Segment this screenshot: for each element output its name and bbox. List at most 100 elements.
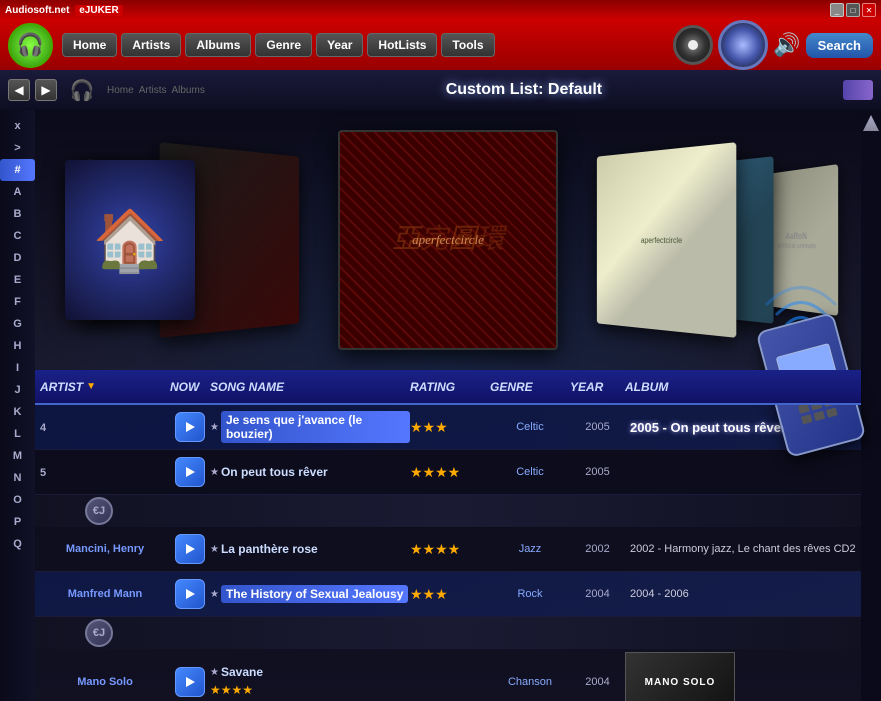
play-button-4[interactable] xyxy=(170,579,210,609)
genre-cell-2: Celtic xyxy=(490,466,570,478)
sidebar-item-j[interactable]: J xyxy=(0,379,35,401)
sidebar-item-f[interactable]: F xyxy=(0,291,35,313)
breadcrumb-bar: ◀ ▶ 🎧 Home Artists Albums Custom List: D… xyxy=(0,70,881,110)
sidebar-item-i[interactable]: I xyxy=(0,357,35,379)
nav-albums-button[interactable]: Albums xyxy=(185,33,251,57)
play-icon-3[interactable] xyxy=(175,534,205,564)
nav-hotlists-button[interactable]: HotLists xyxy=(367,33,437,57)
album-cell-3: 2002 - Harmony jazz, Le chant des rêves … xyxy=(625,543,856,555)
sidebar-item-q[interactable]: Q xyxy=(0,533,35,555)
remote-key[interactable] xyxy=(801,414,813,424)
scroll-up-button[interactable] xyxy=(863,115,879,131)
sidebar-item-g[interactable]: G xyxy=(0,313,35,335)
separator-icon: €J xyxy=(85,497,113,525)
music-table: Artist ▼ Now Song name Rating Genre Year xyxy=(35,370,861,701)
col-header-rating[interactable]: Rating xyxy=(410,380,490,394)
letter-sidebar: x > # A B C D E F G H I J K L M N O P Q xyxy=(0,110,35,701)
col-header-album[interactable]: Album xyxy=(625,380,856,394)
play-button-3[interactable] xyxy=(170,534,210,564)
play-button[interactable] xyxy=(170,412,210,442)
maximize-button[interactable]: □ xyxy=(846,3,860,17)
sidebar-item-c[interactable]: C xyxy=(0,225,35,247)
remote-key[interactable] xyxy=(798,403,810,413)
artist-cell[interactable]: Mancini, Henry xyxy=(40,543,170,555)
song-name: Je sens que j'avance (le bouzier) xyxy=(221,411,410,443)
play-icon-4[interactable] xyxy=(175,579,205,609)
year-cell-5: 2004 xyxy=(570,676,625,688)
remote-key[interactable] xyxy=(826,407,838,417)
year-cell-3: 2002 xyxy=(570,543,625,555)
search-button[interactable]: Search xyxy=(806,33,873,58)
song-name-2: On peut tous rêver xyxy=(221,465,328,479)
sidebar-item-b[interactable]: B xyxy=(0,203,35,225)
nav-right-area: 🔊 Search xyxy=(673,20,873,70)
year-cell-4: 2004 xyxy=(570,588,625,600)
nav-tools-button[interactable]: Tools xyxy=(441,33,494,57)
album-main-art: 亞 完 圓 環 aperfectcircle xyxy=(340,132,556,348)
sidebar-item-e[interactable]: E xyxy=(0,269,35,291)
col-header-song[interactable]: Song name xyxy=(210,380,410,394)
album-carousel: 🏠 BIG EYES 亞 完 xyxy=(35,110,861,370)
play-button-5[interactable] xyxy=(170,667,210,697)
genre-cell: Celtic xyxy=(490,421,570,433)
title-bar: Audiosoft.net eJUKER _ □ ✕ xyxy=(0,0,881,20)
cd-icon xyxy=(718,20,768,70)
play-icon-2[interactable] xyxy=(175,457,205,487)
song-name-cell: ★ Je sens que j'avance (le bouzier) xyxy=(210,411,410,443)
sidebar-item-h[interactable]: H xyxy=(0,335,35,357)
progress-bar xyxy=(843,80,873,100)
separator-row: €J xyxy=(35,495,861,527)
page-title: Custom List: Default xyxy=(210,81,838,99)
forward-button[interactable]: ▶ xyxy=(35,79,57,101)
minimize-button[interactable]: _ xyxy=(830,3,844,17)
house-icon: 🏠 xyxy=(93,205,168,276)
col-header-year[interactable]: Year xyxy=(570,380,625,394)
sidebar-item-p[interactable]: P xyxy=(0,511,35,533)
sidebar-item-arrow[interactable]: > xyxy=(0,137,35,159)
song-name-cell-3: ★ La panthère rose xyxy=(210,542,410,556)
app-logo: Audiosoft.net eJUKER xyxy=(5,5,123,16)
col-header-genre[interactable]: Genre xyxy=(490,380,570,394)
sidebar-item-d[interactable]: D xyxy=(0,247,35,269)
ghost-home: Home xyxy=(107,85,134,96)
album-house-card[interactable]: 🏠 xyxy=(65,160,195,320)
remote-key[interactable] xyxy=(813,411,825,421)
table-row: 4 ★ Je sens que j'avance (le bouzier) ★★… xyxy=(35,405,861,450)
genre-cell-4: Rock xyxy=(490,588,570,600)
sort-arrow-icon: ▼ xyxy=(86,381,96,392)
play-icon-5[interactable] xyxy=(175,667,205,697)
nav-genre-button[interactable]: Genre xyxy=(255,33,312,57)
col-header-now[interactable]: Now xyxy=(170,380,210,394)
row-num: 4 xyxy=(40,418,170,436)
song-name-cell-5: ★ Savane ★★★★ xyxy=(210,665,410,699)
rating-cell-3: ★★★★ xyxy=(410,541,490,558)
album-main-card[interactable]: 亞 完 圓 環 aperfectcircle xyxy=(338,130,558,350)
window-controls: _ □ ✕ xyxy=(830,3,876,17)
sidebar-item-n[interactable]: N xyxy=(0,467,35,489)
center-content: 🏠 BIG EYES 亞 完 xyxy=(35,110,861,701)
sidebar-item-m[interactable]: M xyxy=(0,445,35,467)
play-icon[interactable] xyxy=(175,412,205,442)
back-button[interactable]: ◀ xyxy=(8,79,30,101)
col-header-artist[interactable]: Artist ▼ xyxy=(40,380,170,394)
sidebar-item-l[interactable]: L xyxy=(0,423,35,445)
year-cell-2: 2005 xyxy=(570,466,625,478)
right-scrollbar xyxy=(861,110,881,701)
sidebar-item-o[interactable]: O xyxy=(0,489,35,511)
artist-cell-4[interactable]: Manfred Mann xyxy=(40,588,170,600)
song-name-4: The History of Sexual Jealousy xyxy=(221,585,408,603)
artist-cell-5[interactable]: Mano Solo xyxy=(40,676,170,688)
rating-cell: ★★★ xyxy=(410,419,490,436)
sidebar-item-k[interactable]: K xyxy=(0,401,35,423)
nav-year-button[interactable]: Year xyxy=(316,33,363,57)
play-button-2[interactable] xyxy=(170,457,210,487)
nav-artists-button[interactable]: Artists xyxy=(121,33,181,57)
album-right1-card[interactable]: aperfectcircle xyxy=(597,142,736,338)
nav-home-button[interactable]: Home xyxy=(62,33,117,57)
song-name-5: Savane xyxy=(221,665,263,679)
sidebar-item-x[interactable]: x xyxy=(0,115,35,137)
year-cell: 2005 xyxy=(570,421,625,433)
close-button[interactable]: ✕ xyxy=(862,3,876,17)
sidebar-item-hash[interactable]: # xyxy=(0,159,35,181)
sidebar-item-a[interactable]: A xyxy=(0,181,35,203)
